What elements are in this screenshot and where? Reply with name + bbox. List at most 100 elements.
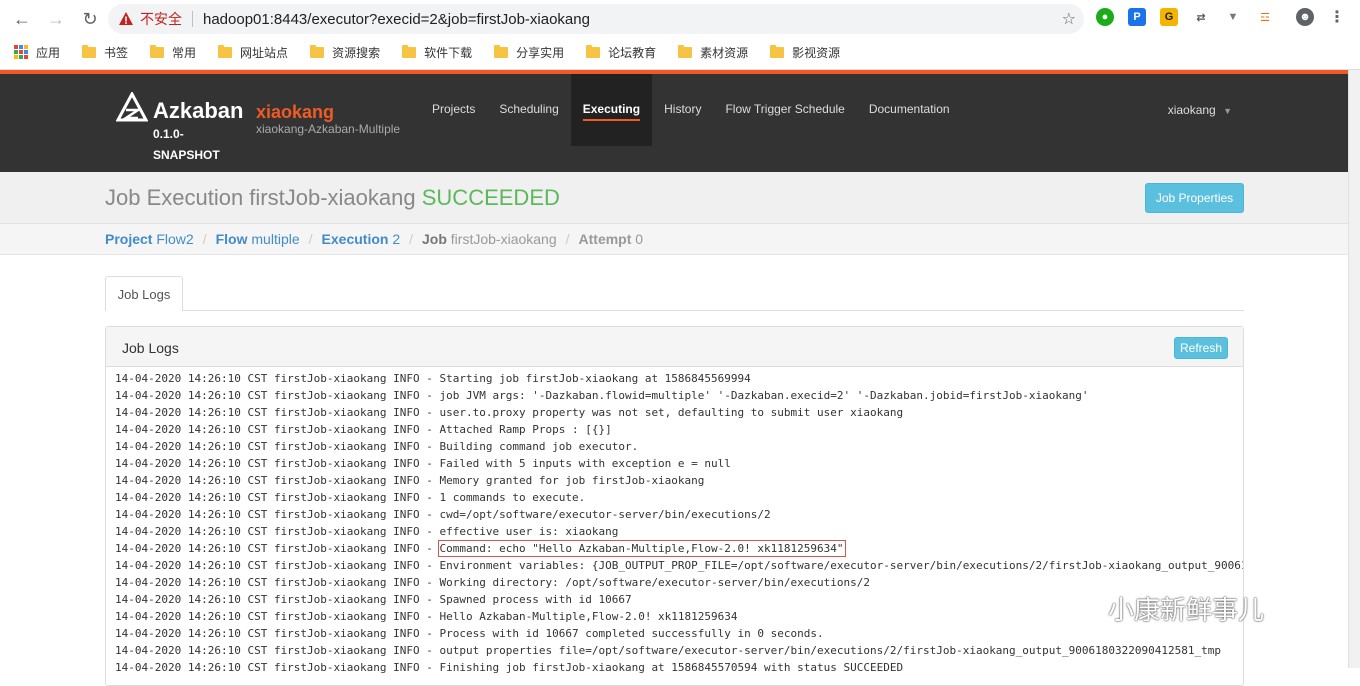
wechat-icon [1051,593,1098,624]
panel-title: Job Logs [122,340,179,356]
log-line: 14-04-2020 14:26:10 CST firstJob-xiaokan… [115,404,1243,421]
log-prefix: 14-04-2020 14:26:10 CST firstJob-xiaokan… [115,627,440,640]
page-title-text: Job Execution firstJob-xiaokang [105,185,416,210]
log-prefix: 14-04-2020 14:26:10 CST firstJob-xiaokan… [115,644,440,657]
extension-p-icon[interactable]: P [1128,8,1146,26]
bookmark-apps[interactable]: 应用 [36,44,60,61]
nav-projects[interactable]: Projects [420,74,487,146]
reload-icon[interactable]: ↻ [74,3,106,35]
log-line: 14-04-2020 14:26:10 CST firstJob-xiaokan… [115,506,1243,523]
log-message: 1 commands to execute. [439,491,586,504]
bookmarks-bar: 应用 书签 常用 网址站点 资源搜索 软件下载 分享实用 论坛教育 素材资源 影… [0,40,862,64]
job-properties-button[interactable]: Job Properties [1145,183,1244,213]
crumb-project[interactable]: Project Flow2 [105,231,194,247]
nav-history[interactable]: History [652,74,713,146]
profile-avatar-icon[interactable]: ☻ [1296,8,1314,26]
extension-tree-icon[interactable]: ☲ [1256,8,1274,26]
bookmark-folder[interactable]: 网址站点 [218,44,288,61]
brand-name[interactable]: Azkaban [153,98,243,124]
bookmark-folder[interactable]: 资源搜索 [310,44,380,61]
user-menu[interactable]: xiaokang ▼ [1168,103,1232,117]
crumb-flow[interactable]: Flow multiple [216,231,300,247]
log-line: 14-04-2020 14:26:10 CST firstJob-xiaokan… [115,625,1243,642]
log-output[interactable]: 14-04-2020 14:26:10 CST firstJob-xiaokan… [106,367,1243,685]
crumb-separator: / [202,231,207,247]
log-line: 14-04-2020 14:26:10 CST firstJob-xiaokan… [115,455,1243,472]
log-message: Attached Ramp Props : [{}] [439,423,612,436]
title-section: Job Execution firstJob-xiaokang SUCCEEDE… [0,172,1348,224]
bookmark-star-icon[interactable]: ☆ [1062,9,1076,29]
log-line: 14-04-2020 14:26:10 CST firstJob-xiaokan… [115,438,1243,455]
log-message: Hello Azkaban-Multiple,Flow-2.0! xk11812… [439,610,738,623]
job-logs-panel: Job Logs Refresh 14-04-2020 14:26:10 CST… [105,326,1244,686]
log-message: Working directory: /opt/software/executo… [439,576,870,589]
log-prefix: 14-04-2020 14:26:10 CST firstJob-xiaokan… [115,576,440,589]
log-prefix: 14-04-2020 14:26:10 CST firstJob-xiaokan… [115,474,440,487]
nav-flow-trigger-schedule[interactable]: Flow Trigger Schedule [713,74,856,146]
log-line: 14-04-2020 14:26:10 CST firstJob-xiaokan… [115,642,1243,659]
extension-v-icon[interactable]: ▼ [1224,8,1242,26]
tab-divider [105,310,1244,311]
top-navigation: Projects Scheduling Executing History Fl… [420,74,962,146]
breadcrumb: Project Flow2 / Flow multiple / Executio… [105,231,643,247]
extensions-area: ● P G ⇄ ▼ ☲ ☻ ⋮ [1096,8,1346,26]
nav-documentation[interactable]: Documentation [857,74,962,146]
watermark: 小康新鲜事儿 [1050,590,1264,627]
project-name: xiaokang [256,102,335,122]
breadcrumb-bar: Project Flow2 / Flow multiple / Executio… [0,224,1348,255]
nav-scheduling[interactable]: Scheduling [487,74,570,146]
app-header: Azkaban 0.1.0-SNAPSHOT xiaokang xiaokang… [0,74,1348,172]
log-message: Failed with 5 inputs with exception e = … [439,457,731,470]
bookmark-folder[interactable]: 软件下载 [402,44,472,61]
refresh-button[interactable]: Refresh [1174,337,1228,359]
watermark-text: 小康新鲜事儿 [1108,595,1265,625]
log-prefix: 14-04-2020 14:26:10 CST firstJob-xiaokan… [115,525,440,538]
folder-icon [678,44,693,58]
address-bar[interactable]: 不安全 hadoop01:8443/executor?execid=2&job=… [108,4,1084,34]
forward-icon[interactable]: → [40,3,72,35]
back-icon[interactable]: ← [6,3,38,35]
log-line: 14-04-2020 14:26:10 CST firstJob-xiaokan… [115,489,1243,506]
log-message: job JVM args: '-Dazkaban.flowid=multiple… [439,389,1089,402]
log-message: effective user is: xiaokang [439,525,619,538]
log-line: 14-04-2020 14:26:10 CST firstJob-xiaokan… [115,540,1243,557]
log-prefix: 14-04-2020 14:26:10 CST firstJob-xiaokan… [115,423,440,436]
extension-translate-icon[interactable]: ⇄ [1192,8,1210,26]
log-prefix: 14-04-2020 14:26:10 CST firstJob-xiaokan… [115,542,440,555]
log-prefix: 14-04-2020 14:26:10 CST firstJob-xiaokan… [115,406,440,419]
extension-g-icon[interactable]: G [1160,8,1178,26]
folder-icon [586,44,601,58]
crumb-attempt: Attempt 0 [578,231,644,247]
folder-icon [82,44,97,58]
bookmark-folder[interactable]: 分享实用 [494,44,564,61]
log-line: 14-04-2020 14:26:10 CST firstJob-xiaokan… [115,421,1243,438]
extension-green-icon[interactable]: ● [1096,8,1114,26]
log-message: Memory granted for job firstJob-xiaokang [439,474,705,487]
browser-chrome: ← → ↻ 不安全 hadoop01:8443/executor?execid=… [0,0,1360,70]
log-prefix: 14-04-2020 14:26:10 CST firstJob-xiaokan… [115,593,440,606]
log-prefix: 14-04-2020 14:26:10 CST firstJob-xiaokan… [115,508,440,521]
crumb-execution[interactable]: Execution 2 [322,231,401,247]
bookmark-folder[interactable]: 常用 [150,44,196,61]
url-text[interactable]: hadoop01:8443/executor?execid=2&job=firs… [203,11,590,28]
bookmark-folder[interactable]: 书签 [82,44,128,61]
apps-grid-icon[interactable] [14,45,28,59]
log-prefix: 14-04-2020 14:26:10 CST firstJob-xiaokan… [115,372,440,385]
folder-icon [310,44,325,58]
tab-job-logs[interactable]: Job Logs [105,276,183,311]
bookmark-folder[interactable]: 论坛教育 [586,44,656,61]
menu-kebab-icon[interactable]: ⋮ [1328,8,1346,26]
log-message: user.to.proxy property was not set, defa… [439,406,904,419]
log-message: Building command job executor. [439,440,639,453]
azkaban-logo-icon[interactable] [116,92,148,124]
bookmark-label: 分享实用 [516,45,565,60]
bookmark-folder[interactable]: 素材资源 [678,44,748,61]
page-scrollbar[interactable] [1348,70,1360,668]
nav-executing[interactable]: Executing [570,74,653,146]
security-label: 不安全 [140,11,182,27]
log-message: Starting job firstJob-xiaokang at 158684… [439,372,751,385]
log-prefix: 14-04-2020 14:26:10 CST firstJob-xiaokan… [115,610,440,623]
bookmark-label: 素材资源 [700,45,749,60]
bookmark-folder[interactable]: 影视资源 [770,44,840,61]
bookmark-label: 影视资源 [792,45,841,60]
